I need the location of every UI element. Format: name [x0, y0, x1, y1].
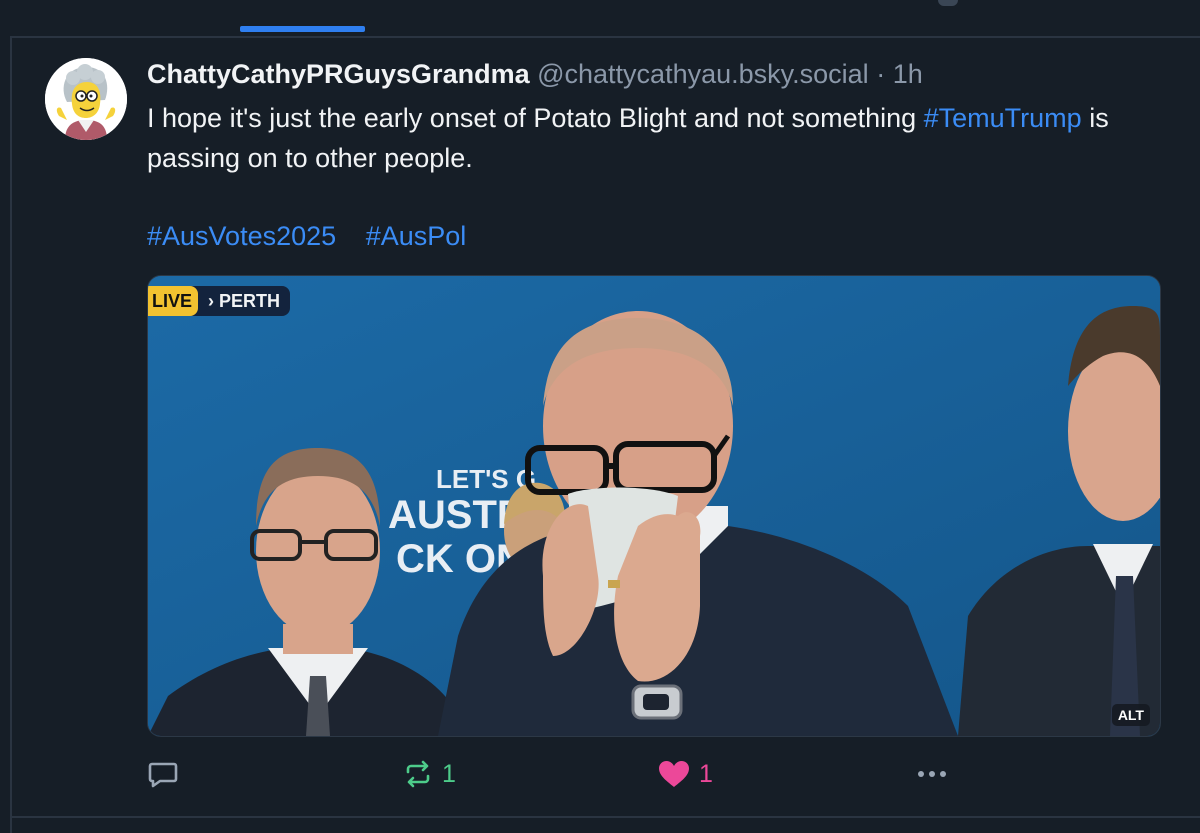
alt-badge[interactable]: ALT	[1111, 704, 1150, 726]
avatar[interactable]	[45, 58, 127, 140]
post[interactable]: ChattyCathyPRGuysGrandma @chattycathyau.…	[12, 38, 1200, 816]
active-tab-indicator	[240, 26, 365, 32]
timestamp[interactable]: 1h	[893, 59, 923, 89]
avatar-illustration	[45, 58, 127, 140]
hashtag-ausvotes2025[interactable]: #AusVotes2025	[147, 221, 336, 251]
live-badge: LIVE › PERTH	[148, 286, 291, 316]
reply-button[interactable]	[147, 756, 179, 792]
play-caret-icon: ›	[208, 291, 220, 311]
location-label: › PERTH	[188, 286, 291, 316]
page: ChattyCathyPRGuysGrandma @chattycathyau.…	[0, 0, 1200, 833]
post-actions: 1 1	[147, 756, 1159, 792]
like-count: 1	[699, 759, 713, 788]
repost-arrows-icon	[406, 760, 430, 788]
speech-bubble-icon	[148, 762, 178, 788]
hashtags: #AusVotes2025 #AusPol	[147, 216, 488, 256]
live-label: LIVE	[148, 286, 199, 316]
news-photo: LET'S G AUSTR CK ON 1	[148, 276, 1160, 736]
ellipsis-icon	[918, 771, 946, 777]
hashtag-auspol[interactable]: #AusPol	[366, 221, 467, 251]
tab-icon-edge	[938, 0, 958, 6]
feed-divider	[10, 816, 1200, 818]
separator: ·	[876, 59, 886, 89]
repost-count: 1	[442, 759, 456, 788]
post-header: ChattyCathyPRGuysGrandma @chattycathyau.…	[147, 56, 923, 92]
more-options-button[interactable]	[915, 756, 949, 792]
location-text: PERTH	[219, 291, 281, 311]
handle[interactable]: @chattycathyau.bsky.social	[537, 59, 869, 89]
post-text-before: I hope it's just the early onset of Pota…	[147, 103, 924, 133]
display-name[interactable]: ChattyCathyPRGuysGrandma	[147, 59, 530, 89]
post-image[interactable]: LET'S G AUSTR CK ON 1 LIVE › PERTH ALT	[147, 275, 1161, 737]
like-button[interactable]: 1	[657, 756, 713, 792]
hashtag-temutrump[interactable]: #TemuTrump	[924, 103, 1082, 133]
repost-button[interactable]: 1	[402, 756, 456, 792]
post-text: I hope it's just the early onset of Pota…	[147, 98, 1157, 178]
heart-icon	[659, 761, 689, 787]
